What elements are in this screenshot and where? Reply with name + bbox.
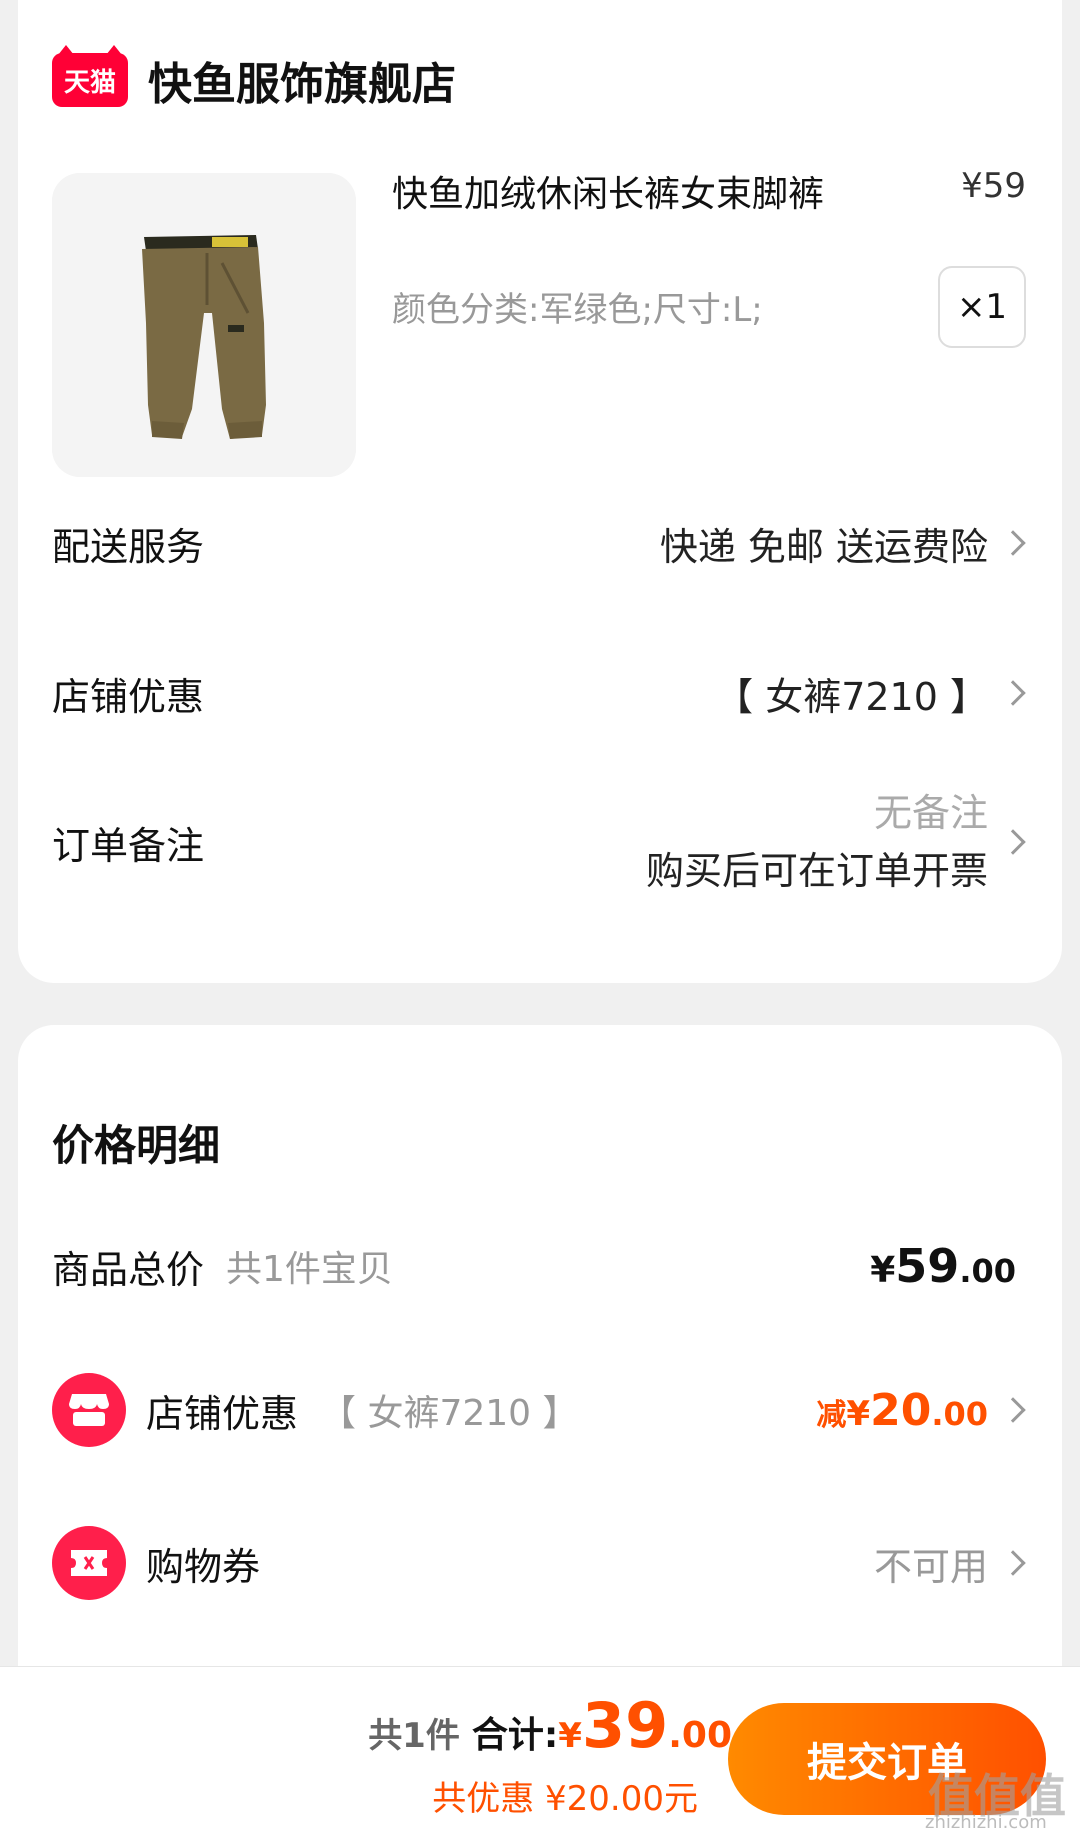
- olive-jogger-pants-image: [52, 173, 356, 477]
- shop-discount-detail-label: 店铺优惠: [146, 1391, 299, 1436]
- ticket-icon: [52, 1526, 126, 1600]
- chevron-right-icon: [1000, 530, 1026, 556]
- shop-discount-row[interactable]: 店铺优惠 【 女裤7210 】: [52, 658, 1028, 728]
- subtotal-amount: ¥59.00: [870, 1239, 1016, 1293]
- product-sku[interactable]: 颜色分类:军绿色;尺寸:L;: [392, 282, 763, 331]
- coupon-value: 不可用: [873, 1544, 988, 1589]
- chevron-right-icon: [1000, 1397, 1026, 1423]
- product-price: ¥59: [961, 166, 1026, 206]
- coupon-label: 购物券: [146, 1544, 261, 1589]
- delivery-label: 配送服务: [52, 524, 205, 569]
- shop-discount-label: 店铺优惠: [52, 674, 205, 719]
- subtotal-row: 商品总价 共1件宝贝 ¥59.00: [52, 1231, 1028, 1301]
- subtotal-label: 商品总价: [52, 1247, 205, 1292]
- order-note-value: 无备注: [873, 791, 988, 835]
- store-icon: [52, 1373, 126, 1447]
- product-title[interactable]: 快鱼加绒休闲长裤女束脚裤: [392, 165, 824, 217]
- order-total-line: 共1件 合计: ¥39.00: [368, 1689, 732, 1762]
- tmall-logo: 天猫: [52, 45, 128, 107]
- checkout-bar: 共1件 合计: ¥39.00 共优惠 ¥20.00元 提交订单: [0, 1666, 1080, 1838]
- order-note-label: 订单备注: [52, 823, 205, 868]
- chevron-right-icon: [1000, 829, 1026, 855]
- price-detail-title: 价格明细: [52, 1121, 221, 1170]
- order-card: 天猫 快鱼服饰旗舰店 快鱼加绒休闲长裤女束脚裤 ¥59 颜色分类:军绿色;尺寸:…: [18, 0, 1062, 983]
- chevron-right-icon: [1000, 1550, 1026, 1576]
- shop-discount-detail-row[interactable]: 店铺优惠 【 女裤7210 】 减¥20.00: [52, 1370, 1028, 1450]
- quantity-value: ×1: [956, 287, 1008, 327]
- store-name[interactable]: 快鱼服饰旗舰店: [148, 48, 456, 112]
- item-count: 共1件: [368, 1716, 460, 1756]
- order-note-row[interactable]: 订单备注 无备注 购买后可在订单开票: [52, 782, 1028, 902]
- shop-discount-detail-hint: 【 女裤7210 】: [320, 1393, 579, 1434]
- total-label: 合计:: [471, 1715, 559, 1756]
- store-header[interactable]: 天猫 快鱼服饰旗舰店: [52, 45, 456, 112]
- delivery-value: 快递 免邮 送运费险: [659, 524, 988, 569]
- delivery-row[interactable]: 配送服务 快递 免邮 送运费险: [52, 508, 1028, 578]
- shop-discount-amount: 减¥20.00: [816, 1384, 988, 1436]
- total-amount: ¥39.00: [558, 1689, 732, 1762]
- chevron-right-icon: [1000, 680, 1026, 706]
- shop-discount-value: 【 女裤7210 】: [715, 674, 988, 719]
- total-saved: 共优惠 ¥20.00元: [432, 1779, 698, 1819]
- watermark-url: zhizhizhi.com: [925, 1812, 1047, 1833]
- coupon-row[interactable]: 购物券 不可用: [52, 1523, 1028, 1603]
- quantity-stepper[interactable]: ×1: [938, 266, 1026, 348]
- product-image[interactable]: [52, 173, 356, 477]
- invoice-hint: 购买后可在订单开票: [645, 849, 988, 893]
- subtotal-hint: 共1件宝贝: [226, 1249, 393, 1290]
